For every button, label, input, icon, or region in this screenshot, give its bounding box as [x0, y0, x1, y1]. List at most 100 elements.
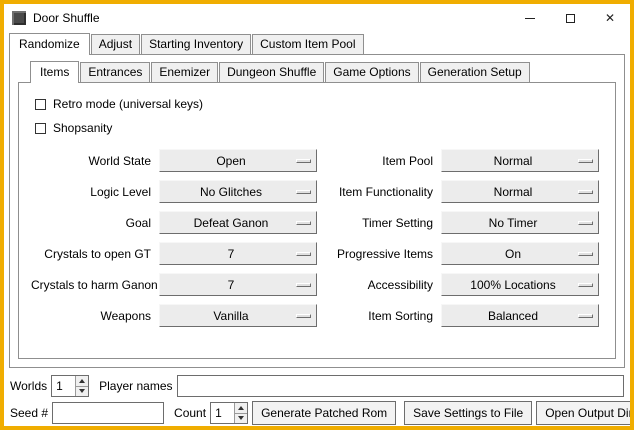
dropdown-indicator-icon	[578, 159, 593, 163]
randomize-pane: Items Entrances Enemizer Dungeon Shuffle…	[9, 54, 625, 368]
dropdown-value: Vanilla	[213, 309, 262, 323]
tab-dungeon-shuffle[interactable]: Dungeon Shuffle	[219, 62, 324, 82]
dropdown-indicator-icon	[296, 221, 311, 225]
worlds-spinbox[interactable]: 1	[51, 375, 89, 397]
worlds-spin-buttons	[75, 376, 88, 396]
dropdown-indicator-icon	[578, 190, 593, 194]
window-title: Door Shuffle	[33, 11, 100, 25]
crystals-ganon-label: Crystals to harm Ganon	[31, 278, 155, 292]
accessibility-label: Accessibility	[321, 278, 437, 292]
tab-items[interactable]: Items	[30, 61, 79, 83]
tab-custom-item-pool[interactable]: Custom Item Pool	[252, 34, 363, 54]
sub-tab-bar: Items Entrances Enemizer Dungeon Shuffle…	[18, 61, 616, 82]
world-state-dropdown[interactable]: Open	[159, 149, 317, 172]
goal-dropdown[interactable]: Defeat Ganon	[159, 211, 317, 234]
item-sorting-dropdown[interactable]: Balanced	[441, 304, 599, 327]
worlds-label: Worlds	[10, 379, 47, 393]
open-output-directory-button[interactable]: Open Output Directory	[536, 401, 634, 425]
dropdown-indicator-icon	[578, 252, 593, 256]
spin-down-icon	[238, 416, 244, 420]
player-names-input[interactable]	[177, 375, 625, 397]
timer-setting-label: Timer Setting	[321, 216, 437, 230]
dropdown-value: Defeat Ganon	[194, 216, 283, 230]
close-icon: ✕	[605, 12, 615, 24]
worlds-spin-down[interactable]	[76, 386, 88, 397]
count-spinbox[interactable]: 1	[210, 402, 248, 424]
generate-row: Seed # Count 1 Generate Patched Rom Save…	[10, 401, 624, 425]
worlds-value: 1	[52, 376, 75, 396]
tab-generation-setup[interactable]: Generation Setup	[420, 62, 530, 82]
dropdown-indicator-icon	[578, 314, 593, 318]
tab-entrances[interactable]: Entrances	[80, 62, 150, 82]
crystals-gt-dropdown[interactable]: 7	[159, 242, 317, 265]
player-names-label: Player names	[99, 379, 172, 393]
window-controls: ✕	[510, 4, 630, 32]
shopsanity-checkbox-field[interactable]: Shopsanity	[35, 117, 603, 139]
accessibility-dropdown[interactable]: 100% Locations	[441, 273, 599, 296]
count-spin-up[interactable]	[235, 403, 247, 413]
maximize-button[interactable]	[550, 4, 590, 32]
count-label: Count	[174, 406, 206, 420]
dropdown-indicator-icon	[296, 252, 311, 256]
count-value: 1	[211, 403, 234, 423]
generate-patched-rom-button[interactable]: Generate Patched Rom	[252, 401, 396, 425]
count-spin-down[interactable]	[235, 413, 247, 424]
dropdown-value: Normal	[494, 154, 547, 168]
tab-randomize[interactable]: Randomize	[9, 33, 90, 55]
timer-setting-dropdown[interactable]: No Timer	[441, 211, 599, 234]
spin-up-icon	[79, 379, 85, 383]
maximize-icon	[566, 14, 575, 23]
dropdown-value: On	[505, 247, 535, 261]
multiworld-row: Worlds 1 Player names	[10, 374, 624, 398]
item-functionality-dropdown[interactable]: Normal	[441, 180, 599, 203]
dropdown-value: Open	[216, 154, 259, 168]
spin-up-icon	[238, 406, 244, 410]
goal-label: Goal	[31, 216, 155, 230]
retro-mode-label: Retro mode (universal keys)	[53, 97, 203, 111]
tab-game-options[interactable]: Game Options	[325, 62, 418, 82]
app-icon	[12, 11, 26, 25]
window: Door Shuffle ✕ Randomize Adjust Starting…	[0, 0, 634, 430]
retro-mode-checkbox-icon	[35, 99, 46, 110]
world-state-label: World State	[31, 154, 155, 168]
progressive-items-label: Progressive Items	[321, 247, 437, 261]
progressive-items-dropdown[interactable]: On	[441, 242, 599, 265]
main-tab-bar: Randomize Adjust Starting Inventory Cust…	[4, 32, 630, 54]
dropdown-value: 100% Locations	[470, 278, 569, 292]
titlebar[interactable]: Door Shuffle ✕	[4, 4, 630, 32]
logic-level-dropdown[interactable]: No Glitches	[159, 180, 317, 203]
spin-down-icon	[79, 389, 85, 393]
dropdown-indicator-icon	[578, 283, 593, 287]
dropdown-value: No Timer	[489, 216, 552, 230]
crystals-gt-label: Crystals to open GT	[31, 247, 155, 261]
tab-adjust[interactable]: Adjust	[91, 34, 140, 54]
weapons-dropdown[interactable]: Vanilla	[159, 304, 317, 327]
dropdown-value: Normal	[494, 185, 547, 199]
dropdown-value: Balanced	[488, 309, 552, 323]
dropdown-indicator-icon	[296, 159, 311, 163]
save-settings-button[interactable]: Save Settings to File	[404, 401, 532, 425]
worlds-spin-up[interactable]	[76, 376, 88, 386]
count-spin-buttons	[234, 403, 247, 423]
seed-input[interactable]	[52, 402, 164, 424]
dropdown-value: No Glitches	[200, 185, 276, 199]
options-grid: World State Open Item Pool Normal Logic …	[31, 149, 603, 327]
item-sorting-label: Item Sorting	[321, 309, 437, 323]
dropdown-value: 7	[228, 247, 249, 261]
shopsanity-checkbox-icon	[35, 123, 46, 134]
bottom-bar: Worlds 1 Player names Seed # Count 1	[4, 368, 630, 429]
tab-enemizer[interactable]: Enemizer	[151, 62, 218, 82]
crystals-ganon-dropdown[interactable]: 7	[159, 273, 317, 296]
item-functionality-label: Item Functionality	[321, 185, 437, 199]
dropdown-value: 7	[228, 278, 249, 292]
retro-mode-checkbox-field[interactable]: Retro mode (universal keys)	[35, 93, 603, 115]
dropdown-indicator-icon	[296, 314, 311, 318]
weapons-label: Weapons	[31, 309, 155, 323]
seed-label: Seed #	[10, 406, 48, 420]
minimize-button[interactable]	[510, 4, 550, 32]
close-button[interactable]: ✕	[590, 4, 630, 32]
item-pool-dropdown[interactable]: Normal	[441, 149, 599, 172]
dropdown-indicator-icon	[296, 283, 311, 287]
tab-starting-inventory[interactable]: Starting Inventory	[141, 34, 251, 54]
items-pane: Retro mode (universal keys) Shopsanity W…	[18, 82, 616, 359]
